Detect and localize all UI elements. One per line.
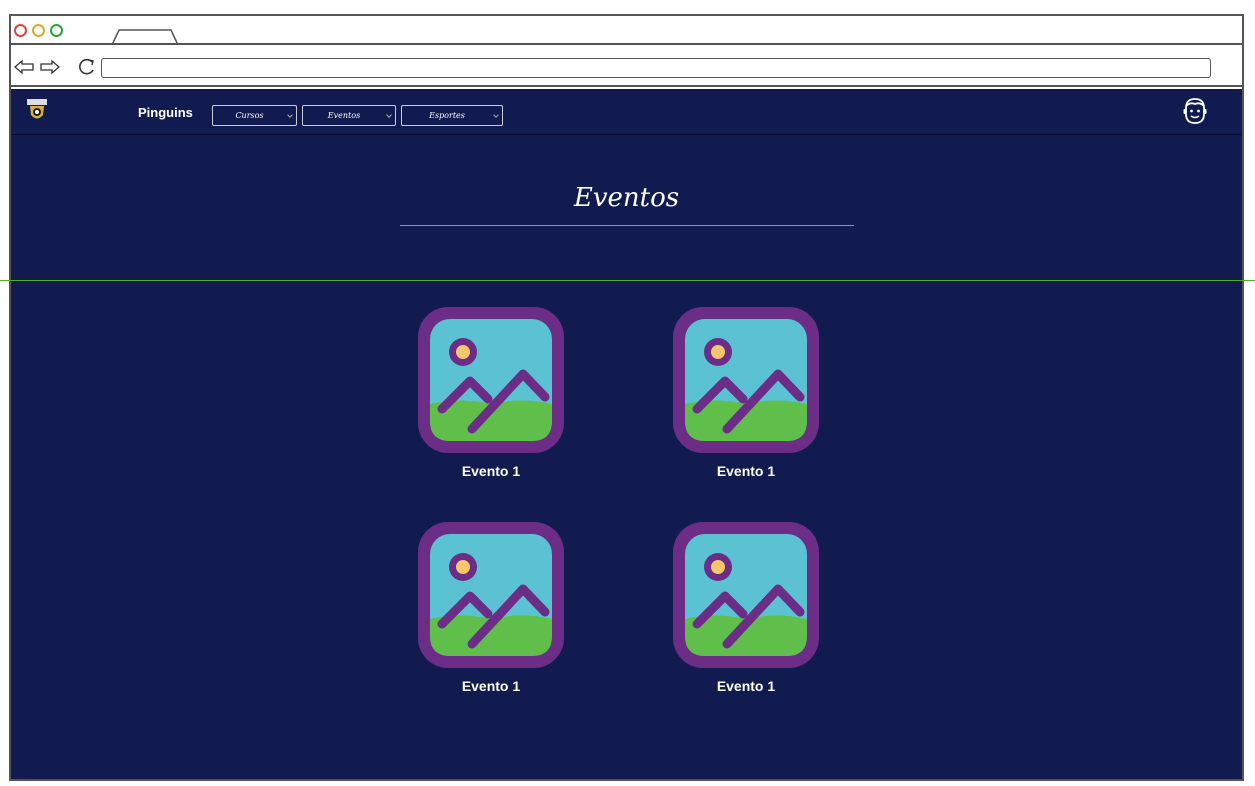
image-placeholder-icon — [673, 307, 819, 453]
event-card-label[interactable]: Evento 1 — [406, 463, 576, 479]
eventos-dropdown-label: Eventos — [327, 111, 361, 120]
screen: Pinguins Cursos Eventos Esportes Eventos… — [0, 0, 1255, 786]
browser-window: Pinguins Cursos Eventos Esportes Eventos… — [9, 14, 1244, 781]
page-title: Eventos — [573, 183, 680, 213]
back-arrow-icon[interactable] — [13, 59, 35, 75]
image-placeholder-icon — [673, 522, 819, 668]
browser-titlebar — [11, 16, 1242, 46]
browser-tab[interactable] — [111, 28, 181, 46]
maximize-window-button[interactable] — [50, 24, 63, 37]
title-divider — [400, 225, 854, 226]
esportes-dropdown-label: Esportes — [429, 111, 465, 120]
close-window-button[interactable] — [14, 24, 27, 37]
event-card-label[interactable]: Evento 1 — [406, 678, 576, 694]
penguin-logo-icon[interactable] — [25, 97, 49, 123]
guide-line — [0, 280, 1255, 281]
user-avatar-icon[interactable] — [1181, 96, 1209, 126]
cursos-dropdown-label: Cursos — [235, 111, 264, 120]
event-card-label[interactable]: Evento 1 — [661, 463, 831, 479]
forward-arrow-icon[interactable] — [39, 59, 61, 75]
page-viewport: Pinguins Cursos Eventos Esportes Eventos… — [11, 89, 1242, 779]
event-card[interactable]: Evento 1 — [661, 299, 831, 479]
minimize-window-button[interactable] — [32, 24, 45, 37]
brand-name[interactable]: Pinguins — [138, 105, 193, 120]
browser-toolbar — [11, 47, 1242, 87]
event-card[interactable]: Evento 1 — [406, 514, 576, 694]
reload-icon[interactable] — [77, 57, 97, 77]
event-card[interactable]: Evento 1 — [661, 514, 831, 694]
address-bar[interactable] — [101, 58, 1211, 78]
event-card[interactable]: Evento 1 — [406, 299, 576, 479]
eventos-dropdown[interactable]: Eventos — [302, 105, 396, 126]
top-navbar: Pinguins Cursos Eventos Esportes — [11, 89, 1242, 135]
image-placeholder-icon — [418, 522, 564, 668]
esportes-dropdown[interactable]: Esportes — [401, 105, 503, 126]
image-placeholder-icon — [418, 307, 564, 453]
event-card-label[interactable]: Evento 1 — [661, 678, 831, 694]
cursos-dropdown[interactable]: Cursos — [212, 105, 297, 126]
